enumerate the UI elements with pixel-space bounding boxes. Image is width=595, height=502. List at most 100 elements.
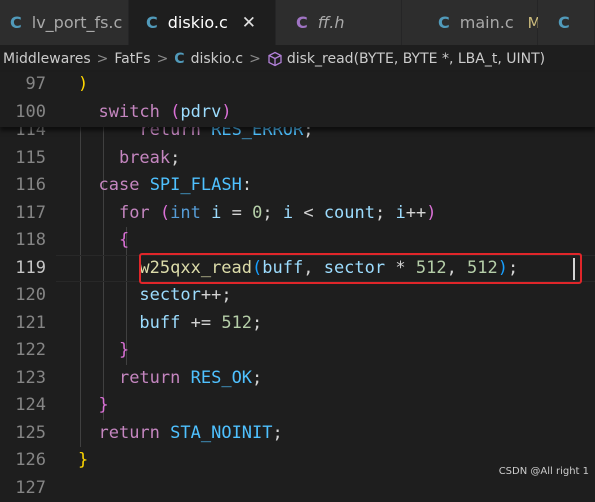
breadcrumb-item-file[interactable]: diskio.c (191, 51, 244, 67)
code-token: ++ (405, 202, 427, 223)
line-number: 119 (15, 257, 46, 278)
code-text: buff += 512; (78, 310, 262, 337)
code-token: return (118, 367, 181, 388)
chevron-right-icon: > (96, 50, 109, 67)
code-line[interactable]: 120 sector++; (0, 282, 595, 309)
code-text: } (78, 392, 109, 419)
code-token: pdrv (180, 101, 222, 122)
code-token: ( (170, 101, 181, 122)
code-token: ; (170, 147, 181, 168)
line-number: 116 (15, 175, 46, 195)
sticky-scroll-header[interactable]: 97) 100 switch (pdrv) (0, 72, 595, 127)
code-line[interactable]: 115 break; (0, 145, 595, 172)
line-number: 126 (15, 450, 46, 470)
code-token: ) (221, 101, 232, 122)
code-text: case SPI_FLASH: (78, 172, 252, 199)
code-token: buff (139, 312, 181, 333)
line-number: 121 (15, 312, 46, 333)
code-token: += (180, 312, 222, 333)
c-file-icon: C (10, 13, 22, 32)
code-token: int (170, 202, 201, 223)
code-token: ( (159, 202, 171, 223)
code-text: switch (pdrv) (78, 99, 232, 126)
code-token: ; (375, 202, 396, 223)
code-token: SPI_FLASH (149, 175, 242, 195)
code-token: i (395, 202, 406, 223)
code-line[interactable]: 121 buff += 512; (0, 310, 595, 337)
code-line[interactable]: 122 } (0, 337, 595, 364)
close-icon[interactable]: ✕ (242, 13, 256, 33)
code-token: ) (78, 74, 89, 94)
method-cube-icon (267, 51, 283, 67)
code-token: = (221, 202, 253, 223)
chevron-right-icon: > (249, 50, 261, 67)
code-token: ; (252, 312, 263, 333)
code-text: return RES_OK; (78, 365, 262, 392)
code-line[interactable]: 127 (0, 475, 595, 502)
breadcrumb-item-middlewares[interactable]: Middlewares (3, 51, 91, 67)
code-token: ; (262, 202, 283, 223)
code-line[interactable]: 117 for (int i = 0; i < count; i++) (0, 200, 595, 227)
line-number: 120 (15, 285, 46, 305)
tab-ff-h[interactable]: Cff.h (276, 0, 402, 45)
code-token: { (118, 230, 130, 250)
code-token: < (293, 202, 324, 223)
code-line[interactable]: 124 } (0, 392, 595, 419)
line-number: 124 (15, 395, 46, 415)
breadcrumb-item-fatfs[interactable]: FatFs (114, 51, 150, 67)
code-line[interactable]: 116 case SPI_FLASH: (0, 172, 595, 199)
code-token: } (78, 450, 89, 470)
breadcrumb-item-symbol[interactable]: disk_read(BYTE, BYTE *, LBA_t, UINT) (287, 51, 545, 67)
code-token: count (323, 202, 375, 223)
code-line[interactable]: 97) (0, 71, 595, 98)
breadcrumb: Middlewares > FatFs > C diskio.c > disk_… (0, 45, 595, 72)
code-token: ) (426, 202, 437, 223)
code-editor[interactable]: 97) 100 switch (pdrv) 114 return RES_ERRO… (0, 72, 595, 498)
code-token: 512 (221, 312, 253, 333)
tab-main-c[interactable]: Cmain.c M (402, 0, 541, 45)
code-token: case (98, 175, 140, 195)
line-number: 117 (15, 202, 46, 223)
code-token: i (282, 202, 294, 223)
code-text: return STA_NOINIT; (78, 420, 283, 447)
line-number: 100 (15, 101, 46, 122)
code-line[interactable]: 125 return STA_NOINIT; (0, 420, 595, 447)
c-header-file-icon: C (296, 13, 308, 32)
c-file-icon: C (438, 13, 450, 32)
line-number: 125 (15, 422, 46, 443)
code-line[interactable]: 118 { (0, 227, 595, 254)
code-token: 0 (252, 202, 263, 223)
c-file-icon: C (174, 50, 185, 67)
tab-lv_port_fs-c[interactable]: Clv_port_fs.c (0, 0, 129, 45)
code-token: : (241, 175, 253, 195)
code-token: ++; (200, 285, 232, 305)
code-token: for (118, 202, 150, 223)
code-token: } (98, 395, 109, 415)
code-line[interactable]: 100 switch (pdrv) (0, 99, 595, 126)
tab-diskio-c[interactable]: Cdiskio.c ✕ (129, 0, 276, 45)
code-text: ) (78, 71, 88, 98)
tab-overflow[interactable]: C (538, 0, 595, 45)
code-line[interactable]: 123 return RES_OK; (0, 365, 595, 392)
code-text: { (78, 227, 129, 254)
chevron-right-icon: > (156, 50, 169, 67)
code-token: ; (272, 422, 283, 443)
line-number: 122 (15, 340, 46, 360)
c-file-icon: C (558, 13, 570, 32)
line-number: 97 (25, 74, 46, 94)
code-token: sector (139, 285, 201, 305)
